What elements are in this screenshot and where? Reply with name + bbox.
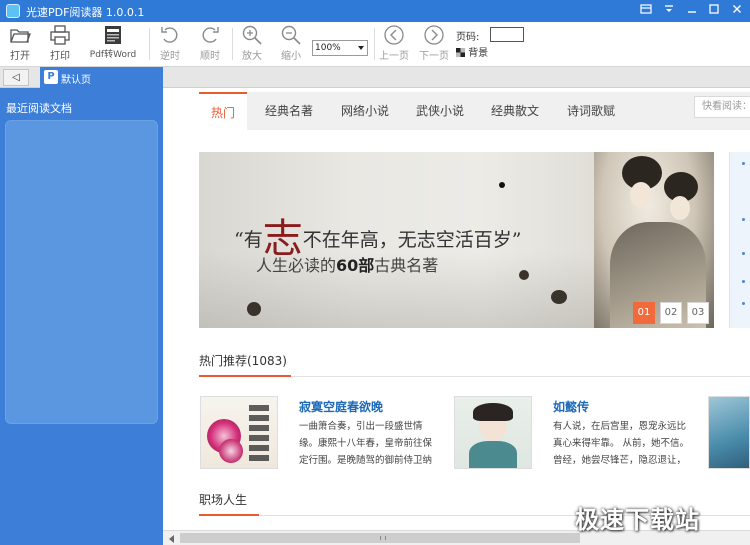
side-panel-strip [729, 152, 750, 328]
section-divider [199, 375, 750, 377]
tab-label: 默认页 [61, 75, 91, 86]
zoom-in-button[interactable]: 放大 [238, 24, 266, 64]
next-page-button[interactable]: 下一页 [419, 24, 449, 64]
zoom-in-icon [242, 25, 262, 45]
arrow-left-icon [384, 25, 404, 45]
minimize-button[interactable] [681, 1, 703, 21]
printer-icon [50, 25, 70, 45]
print-label: 打印 [50, 51, 70, 62]
scrollbar-thumb[interactable] [180, 533, 580, 543]
rotate-left-icon [161, 27, 178, 43]
app-logo-icon [6, 4, 20, 18]
slide-dot-1[interactable]: 01 [633, 302, 655, 324]
page-number-input[interactable] [490, 27, 524, 42]
next-page-label: 下一页 [419, 51, 449, 62]
banner-dot [499, 182, 505, 188]
background-label: 背景 [468, 48, 489, 59]
rotate-ccw-label: 逆时 [160, 51, 180, 62]
arrow-right-icon [424, 25, 444, 45]
background-toggle[interactable]: 背景 [456, 44, 488, 59]
banner-carousel[interactable]: “有志不在年高，无志空活百岁” 人生必读的60部古典名著 01 02 03 [199, 152, 714, 328]
zoom-out-icon [281, 25, 301, 45]
site-watermark: 极速下载站 [575, 506, 700, 534]
tab-prose[interactable]: 经典散文 [477, 92, 553, 130]
folder-icon [10, 29, 31, 43]
banner-stone [551, 290, 567, 304]
book-description: 一曲箫合奏，引出一段盛世情缘。康熙十八年春，皇帝前往保定行围。是晚随驾的御前侍卫… [299, 421, 433, 466]
checker-icon [456, 48, 465, 57]
tab-hot[interactable]: 热门 [199, 92, 247, 130]
slide-dot-2[interactable]: 02 [660, 302, 682, 324]
banner-subtitle: 人生必读的60部古典名著 [256, 256, 439, 275]
career-section-title: 职场人生 [199, 493, 248, 507]
close-button[interactable] [726, 1, 748, 21]
rotate-ccw-button[interactable]: 逆时 [156, 24, 184, 64]
zoom-out-label: 缩小 [281, 51, 301, 62]
book-title[interactable]: 如懿传 [553, 398, 589, 415]
zoom-select[interactable]: 100% [312, 40, 368, 56]
rotate-cw-label: 顺时 [200, 51, 220, 62]
recent-docs-list[interactable] [5, 120, 158, 424]
toolbar-divider [374, 28, 375, 60]
prev-page-label: 上一页 [379, 51, 409, 62]
tab-web-novels[interactable]: 网络小说 [327, 92, 403, 130]
open-label: 打开 [10, 51, 30, 62]
skin-icon[interactable] [635, 1, 657, 21]
pdf-word-icon [105, 26, 121, 44]
recent-docs-heading: 最近阅读文档 [6, 102, 72, 115]
maximize-button[interactable] [703, 1, 725, 21]
back-button[interactable]: ◁ [3, 69, 29, 86]
print-button[interactable]: 打印 [46, 24, 74, 64]
menu-icon[interactable] [658, 1, 680, 21]
book-cover[interactable] [454, 396, 532, 469]
section-accent [199, 514, 259, 516]
main-content: 热门 经典名著 网络小说 武侠小说 经典散文 诗词歌赋 快看阅读： “有志不在年… [163, 88, 750, 530]
title-bar: 光速PDF阅读器 1.0.0.1 [0, 0, 750, 22]
search-input[interactable]: 快看阅读： [694, 96, 750, 118]
banner-stone [247, 302, 261, 316]
hot-recommend-title: 热门推荐(1083) [199, 354, 287, 368]
rotate-right-icon [202, 27, 219, 43]
sidebar: 最近阅读文档 [0, 88, 163, 545]
banner-stone [519, 270, 529, 280]
open-button[interactable]: 打开 [6, 24, 34, 64]
book-description: 有人说，在后宫里，恩宠永远比真心来得牢靠。 从前，她不信。 曾经，她尝尽锋芒，隐… [553, 421, 690, 466]
section-accent [199, 375, 291, 377]
tab-poetry[interactable]: 诗词歌赋 [553, 92, 629, 130]
book-cover[interactable] [200, 396, 278, 469]
scroll-left-icon[interactable] [169, 535, 174, 543]
chevron-down-icon [358, 46, 364, 50]
window-title: 光速PDF阅读器 1.0.0.1 [26, 6, 145, 19]
document-tab-strip: ◁ P 默认页 [0, 67, 750, 88]
rotate-cw-button[interactable]: 顺时 [196, 24, 224, 64]
tab-wuxia[interactable]: 武侠小说 [402, 92, 478, 130]
pdf-icon: P [44, 70, 58, 84]
slide-dot-3[interactable]: 03 [687, 302, 709, 324]
pdf-to-word-label: Pdf转Word [89, 50, 137, 60]
tab-classics[interactable]: 经典名著 [251, 92, 327, 130]
prev-page-button[interactable]: 上一页 [379, 24, 409, 64]
zoom-out-button[interactable]: 缩小 [277, 24, 305, 64]
zoom-in-label: 放大 [242, 51, 262, 62]
tab-default-page[interactable]: P 默认页 [40, 67, 163, 88]
book-card[interactable]: 寂寞空庭春欲晚 一曲箫合奏，引出一段盛世情缘。康熙十八年春，皇帝前往保定行围。是… [200, 396, 440, 471]
book-cover-partial[interactable] [708, 396, 750, 469]
category-tabs: 热门 经典名著 网络小说 武侠小说 经典散文 诗词歌赋 [199, 92, 750, 130]
toolbar-divider [232, 28, 233, 60]
book-title[interactable]: 寂寞空庭春欲晚 [299, 398, 383, 415]
pdf-to-word-button[interactable]: Pdf转Word [89, 24, 137, 64]
zoom-value: 100% [315, 43, 341, 53]
toolbar: 打开 打印 Pdf转Word 逆时 顺时 放大 缩小 100% 上一页 下一页 [0, 22, 750, 67]
page-number-label: 页码: [456, 32, 480, 43]
toolbar-divider [149, 28, 150, 60]
book-card[interactable]: 如懿传 有人说，在后宫里，恩宠永远比真心来得牢靠。 从前，她不信。 曾经，她尝尽… [454, 396, 694, 471]
